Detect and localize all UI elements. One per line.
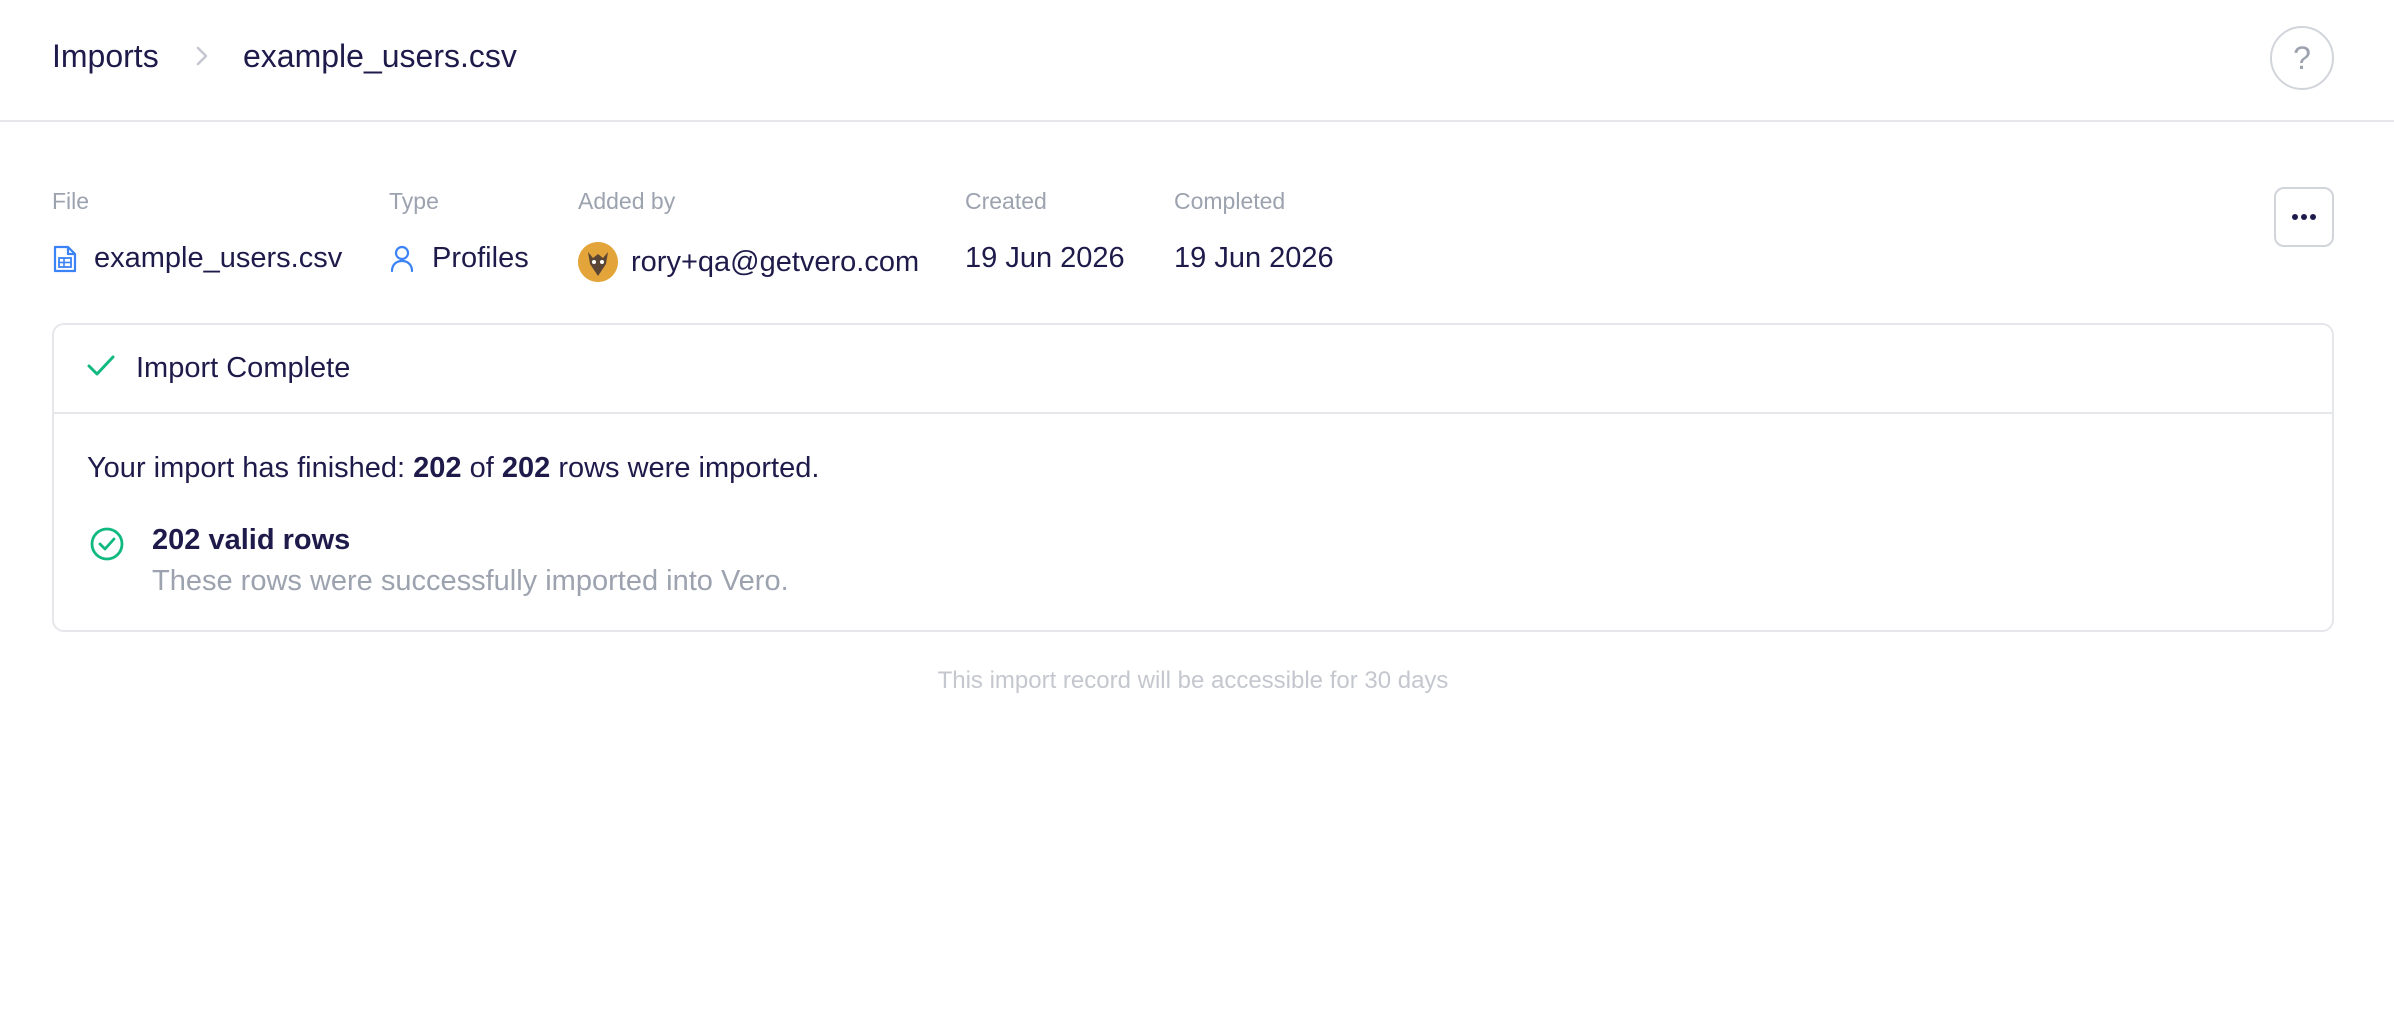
import-status-card: Import Complete Your import has finished… <box>52 323 2334 632</box>
meta-added-by-label: Added by <box>578 188 676 214</box>
valid-rows-title: 202 valid rows <box>152 524 351 556</box>
card-title: Import Complete <box>136 352 351 384</box>
user-icon <box>389 244 415 274</box>
meta-created: Created 19 Jun 2026 <box>965 188 1125 275</box>
card-header: Import Complete <box>54 325 2332 414</box>
meta-created-value: 19 Jun 2026 <box>965 242 1125 274</box>
meta-type: Type Profiles <box>389 188 529 275</box>
top-bar: Imports example_users.csv ? <box>0 0 2394 122</box>
check-circle-icon <box>88 525 126 568</box>
meta-added-by: Added by rory+qa@getvero.com <box>578 188 919 282</box>
breadcrumb-current: example_users.csv <box>243 38 517 74</box>
meta-file-value: example_users.csv <box>94 242 343 274</box>
question-mark-icon: ? <box>2293 39 2311 76</box>
import-summary: Your import has finished: 202 of 202 row… <box>87 452 820 484</box>
chevron-right-icon <box>190 40 214 72</box>
meta-completed-value: 19 Jun 2026 <box>1174 242 1334 274</box>
meta-completed: Completed 19 Jun 2026 <box>1174 188 1334 275</box>
meta-type-value: Profiles <box>432 242 529 274</box>
meta-file-label: File <box>52 188 90 214</box>
checkmark-icon <box>86 353 116 384</box>
meta-completed-label: Completed <box>1174 188 1286 214</box>
breadcrumb-imports-link[interactable]: Imports <box>52 38 159 75</box>
file-spreadsheet-icon <box>52 244 78 274</box>
ellipsis-icon <box>2291 208 2317 226</box>
help-button[interactable]: ? <box>2270 26 2334 90</box>
avatar <box>578 242 618 282</box>
meta-file: File example_users.csv <box>52 188 342 275</box>
valid-rows-subtitle: These rows were successfully imported in… <box>152 565 789 597</box>
meta-type-label: Type <box>389 188 439 214</box>
meta-created-label: Created <box>965 188 1047 214</box>
meta-added-by-value: rory+qa@getvero.com <box>631 245 920 278</box>
total-count: 202 <box>501 452 551 484</box>
more-actions-button[interactable] <box>2274 187 2334 247</box>
imported-count: 202 <box>413 452 462 484</box>
retention-note: This import record will be accessible fo… <box>937 667 1449 694</box>
